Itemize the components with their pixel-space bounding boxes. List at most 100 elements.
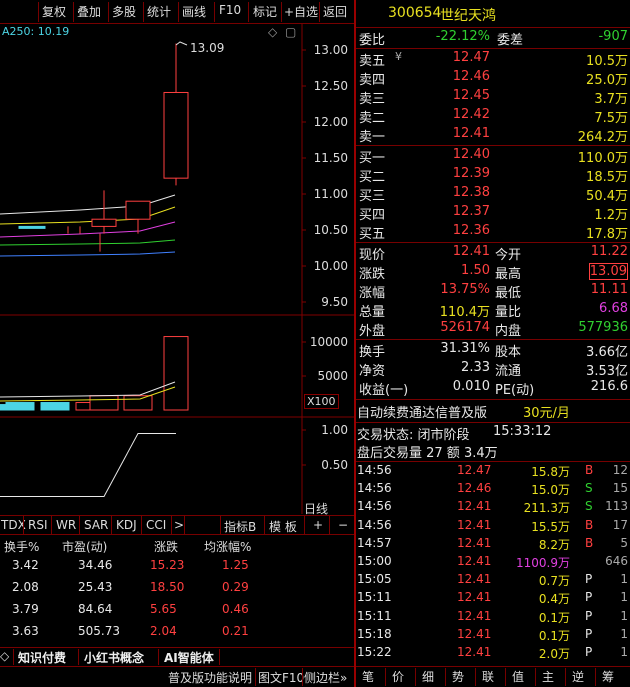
quote-label: 现价 [359, 248, 386, 263]
panel-button-7[interactable]: 逆 [572, 668, 584, 685]
mark-button[interactable]: 标记 [253, 3, 277, 20]
level-volume: 17.8万 [586, 227, 628, 242]
template-button[interactable]: 模 板 [269, 518, 297, 535]
buy-level-row[interactable]: 买四 12.37 1.2万 [357, 204, 630, 223]
level-volume: 3.7万 [594, 92, 628, 107]
weicha-value: -907 [598, 29, 628, 44]
sell-level-row[interactable]: 卖一 12.41 264.2万 [357, 126, 630, 145]
tick-direction: P [585, 645, 593, 659]
sell-level-row[interactable]: 卖三 12.45 3.7万 [357, 88, 630, 107]
tick-time: 14:56 [357, 481, 392, 496]
remove-pane-button[interactable]: − [338, 518, 348, 532]
panel-button-1[interactable]: 价 [392, 668, 404, 685]
tick-direction: P [585, 572, 593, 587]
kline-chart[interactable]: 13.0012.5012.0011.5011.0010.5010.009.50 … [0, 24, 354, 514]
sell-level-row[interactable]: 卖四 12.46 25.0万 [357, 69, 630, 88]
quote-value: 13.75% [440, 282, 490, 297]
tick-time: 14:56 [357, 517, 392, 532]
tabs-scroll-left-icon[interactable]: ◇ [0, 649, 9, 663]
panel-button-2[interactable]: 细 [422, 668, 434, 685]
tick-row: 15:22 12.41 2.0万 P 1 [357, 645, 630, 663]
col-turnover[interactable]: 换手% [4, 538, 39, 555]
stock-code: 300654 [388, 5, 442, 21]
overlay-button[interactable]: 叠加 [77, 3, 101, 20]
add-watchlist-button[interactable]: +自选 [284, 3, 318, 20]
promo-text: 自动续费通达信普及版 [357, 406, 488, 421]
tick-direction: B [585, 517, 594, 532]
col-pe[interactable]: 市盈(动) [62, 538, 107, 555]
weicha-label: 委差 [497, 33, 524, 48]
f10-button[interactable]: F10 [219, 3, 241, 17]
col-avg-gain[interactable]: 均涨幅% [204, 538, 251, 555]
panel-button-0[interactable]: 笔 [362, 668, 374, 685]
add-pane-button[interactable]: + [313, 518, 323, 532]
buy-level-row[interactable]: 买三 12.38 50.4万 [357, 185, 630, 204]
table-row[interactable]: 3.79 84.64 5.65 0.46 [0, 602, 300, 623]
diamond-icon[interactable]: ◇ [268, 25, 277, 39]
volume-bar [123, 395, 153, 411]
panel-button-5[interactable]: 值 [512, 668, 524, 685]
price-tick-label: 13.00 [314, 43, 348, 57]
tab-kdj[interactable]: KDJ [116, 518, 137, 532]
quote-value: 110.4万 [439, 305, 490, 320]
moving-average-line [0, 221, 176, 238]
tick-count: 17 [612, 517, 628, 532]
draw-line-button[interactable]: 画线 [182, 3, 206, 20]
buy-level-row[interactable]: 买五 12.36 17.8万 [357, 223, 630, 242]
candle-body [91, 218, 117, 227]
level-label: 卖三 [359, 92, 386, 107]
fund-value: 3.66亿 [586, 345, 628, 360]
sell-level-row[interactable]: 卖二 12.42 7.5万 [357, 107, 630, 126]
moving-average-line [0, 239, 176, 246]
tab-ai-agent[interactable]: AI智能体 [164, 649, 214, 666]
tab-rsi[interactable]: RSI [28, 518, 48, 532]
tab-sar[interactable]: SAR [84, 518, 108, 532]
tick-direction: B [585, 463, 594, 477]
sell-level-row[interactable]: 卖五 ¥12.47 10.5万 [357, 50, 630, 69]
peak-price-label: 13.09 [190, 41, 225, 55]
tick-volume: 0.1万 [538, 610, 570, 625]
quote-row: 现价 12.41 今开 11.22 [357, 244, 630, 263]
tab-cci[interactable]: CCI [146, 518, 166, 532]
level-price: 12.47 [452, 50, 490, 65]
indicator-b-button[interactable]: 指标B [224, 518, 256, 535]
quote-label: 外盘 [359, 324, 386, 339]
table-row[interactable]: 3.63 505.73 2.04 0.21 [0, 624, 300, 645]
indicator-tick-label: 0.50 [321, 458, 348, 472]
tab-more-arrow[interactable]: > [174, 518, 184, 532]
tab-xiaohongshu[interactable]: 小红书概念 [84, 649, 144, 666]
status-bar: 普及版功能说明 图文F10 侧边栏» [0, 667, 354, 687]
puji-help-link[interactable]: 普及版功能说明 [168, 669, 252, 686]
tick-price: 12.47 [457, 463, 492, 477]
tab-wr[interactable]: WR [56, 518, 76, 532]
level-label: 卖一 [359, 130, 386, 145]
candle-body [163, 91, 189, 179]
volume-tick-label: 10000 [310, 335, 348, 349]
panel-button-3[interactable]: 势 [452, 668, 464, 685]
tick-row: 15:18 12.41 0.1万 P 1 [357, 627, 630, 645]
cell-change: 15.23 [150, 558, 185, 572]
back-button[interactable]: 返回 [323, 3, 347, 20]
tab-knowledge-pay[interactable]: 知识付费 [18, 649, 66, 666]
cell-change: 2.04 [150, 624, 177, 638]
fund-label: 净资 [359, 364, 386, 379]
panel-button-4[interactable]: 联 [482, 668, 494, 685]
fuquan-button[interactable]: 复权 [42, 3, 66, 20]
promo-banner[interactable]: 自动续费通达信普及版 30元/月 [357, 401, 630, 421]
buy-level-row[interactable]: 买一 12.40 110.0万 [357, 147, 630, 166]
table-row[interactable]: 2.08 25.43 18.50 0.29 [0, 580, 300, 601]
panel-button-6[interactable]: 主 [542, 668, 554, 685]
multi-stock-button[interactable]: 多股 [112, 3, 136, 20]
col-change[interactable]: 涨跌 [154, 538, 178, 555]
fund-label: 换手 [359, 345, 386, 360]
panel-button-8[interactable]: 筹 [602, 668, 614, 685]
buy-level-row[interactable]: 买二 12.39 18.5万 [357, 166, 630, 185]
quote-value: 577936 [578, 320, 628, 335]
volume-bar [40, 402, 70, 411]
f10-graphic-link[interactable]: 图文F10 [258, 669, 304, 686]
settings-square-icon[interactable]: ▢ [285, 25, 296, 39]
table-row[interactable]: 3.42 34.46 15.23 1.25 [0, 558, 300, 579]
stats-button[interactable]: 统计 [147, 3, 171, 20]
fund-value: 31.31% [440, 341, 490, 356]
sidebar-toggle[interactable]: 侧边栏» [304, 669, 347, 686]
